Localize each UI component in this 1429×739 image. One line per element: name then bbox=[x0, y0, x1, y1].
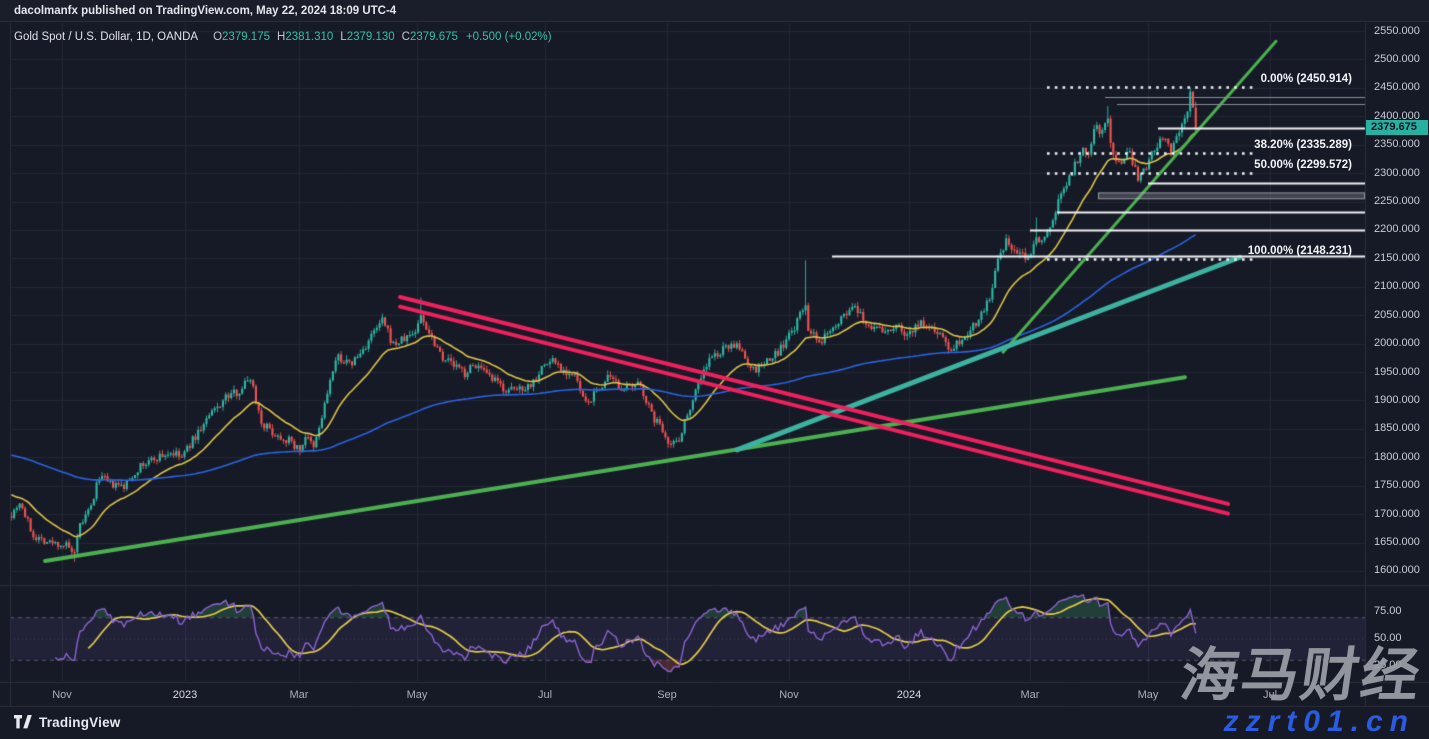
time-tick-label: Jul bbox=[537, 689, 553, 701]
price-tick-label: 2500.000 bbox=[1374, 52, 1420, 65]
price-tick-label: 2300.000 bbox=[1374, 166, 1420, 179]
fib-level-label: 0.00% (2450.914) bbox=[1260, 73, 1352, 86]
price-tick-label: 2250.000 bbox=[1374, 195, 1420, 208]
fib-level-label: 50.00% (2299.572) bbox=[1254, 159, 1352, 172]
open-label: O bbox=[213, 31, 223, 43]
price-tick-label: 2450.000 bbox=[1374, 81, 1420, 94]
price-tick-label: 1800.000 bbox=[1374, 450, 1420, 463]
close-label: C bbox=[401, 31, 410, 43]
price-tick-label: 2200.000 bbox=[1374, 223, 1420, 236]
time-tick-label: Sep bbox=[657, 689, 677, 701]
time-tick-label: 2024 bbox=[896, 689, 922, 701]
last-price-value: 2379.675 bbox=[1371, 121, 1417, 134]
price-tick-label: 1700.000 bbox=[1374, 507, 1420, 520]
low-value: 2379.130 bbox=[346, 31, 395, 43]
rsi-tick-label: 75.00 bbox=[1374, 605, 1402, 618]
footer-branding[interactable]: TradingView bbox=[14, 714, 120, 730]
chart-canvas[interactable] bbox=[0, 0, 1429, 739]
tradingview-logo-icon bbox=[14, 714, 33, 730]
price-tick-label: 2550.000 bbox=[1374, 24, 1420, 37]
high-value: 2381.310 bbox=[285, 31, 334, 43]
price-tick-label: 1600.000 bbox=[1374, 564, 1420, 577]
published-chart-page: dacolmanfx published on TradingView.com,… bbox=[0, 0, 1429, 739]
price-tick-label: 2050.000 bbox=[1374, 308, 1420, 321]
watermark-chinese: 海马财经 bbox=[1176, 643, 1426, 708]
price-tick-label: 1650.000 bbox=[1374, 536, 1420, 549]
tradingview-logo-text: TradingView bbox=[39, 714, 121, 730]
price-tick-label: 1950.000 bbox=[1374, 365, 1420, 378]
time-tick-label: May bbox=[1137, 689, 1159, 701]
symbol-legend[interactable]: Gold Spot / U.S. Dollar, 1D, OANDA O2379.… bbox=[14, 31, 552, 43]
publish-bar: dacolmanfx published on TradingView.com,… bbox=[0, 0, 1429, 22]
time-tick-label: Nov bbox=[779, 689, 799, 701]
price-tick-label: 2000.000 bbox=[1374, 337, 1420, 350]
open-value: 2379.175 bbox=[222, 31, 270, 43]
price-tick-label: 1850.000 bbox=[1374, 422, 1420, 435]
time-tick-label: Mar bbox=[289, 689, 309, 701]
publish-text: dacolmanfx published on TradingView.com,… bbox=[14, 5, 397, 17]
change-value: +0.500 (+0.02%) bbox=[465, 31, 552, 43]
fib-level-label: 100.00% (2148.231) bbox=[1247, 245, 1352, 258]
price-tick-label: 2350.000 bbox=[1374, 138, 1420, 151]
price-tick-label: 2150.000 bbox=[1374, 251, 1420, 264]
time-tick-label: May bbox=[406, 689, 428, 701]
price-tick-label: 2100.000 bbox=[1374, 280, 1420, 293]
watermark-url: zzrt01.cn bbox=[1223, 705, 1415, 738]
time-tick-label: Mar bbox=[1020, 689, 1040, 701]
time-tick-label: 2023 bbox=[172, 689, 198, 701]
close-value: 2379.675 bbox=[409, 31, 458, 43]
time-tick-label: Nov bbox=[52, 689, 72, 701]
price-tick-label: 1900.000 bbox=[1374, 393, 1420, 406]
last-price-badge: 2379.675 bbox=[1366, 120, 1428, 136]
price-tick-label: 1750.000 bbox=[1374, 479, 1420, 492]
fib-level-label: 38.20% (2335.289) bbox=[1254, 139, 1352, 152]
symbol-title: Gold Spot / U.S. Dollar, 1D, OANDA bbox=[14, 31, 199, 43]
